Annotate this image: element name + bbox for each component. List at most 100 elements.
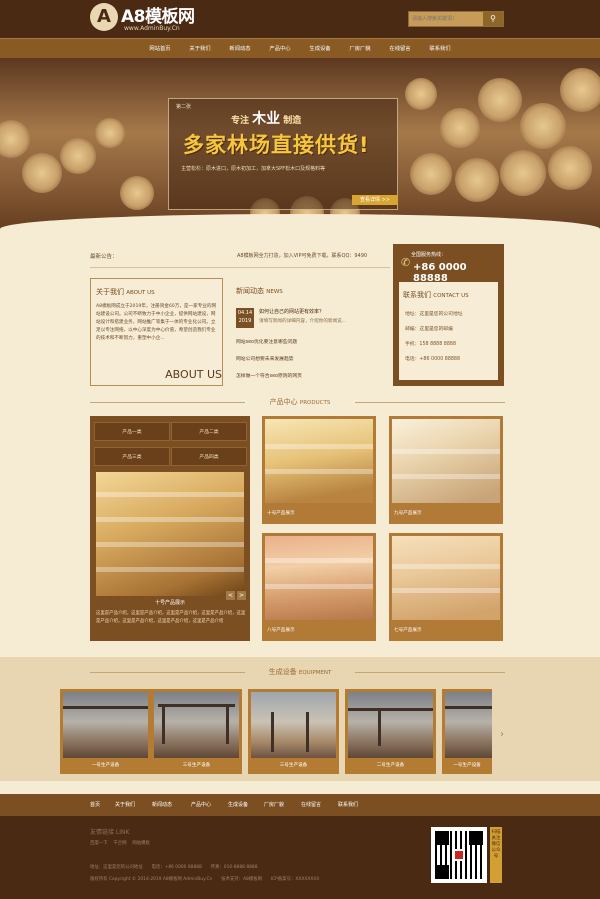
- footer-nav-products[interactable]: 产品中心: [191, 794, 211, 816]
- equipment-caption: 三号生产设备: [279, 763, 308, 768]
- footer-address: 地址：这里是您的公司地址 电话：+86 0000 88888 传真：010-88…: [90, 865, 258, 870]
- hero-banner[interactable]: 第二张 专注 木业 制造 多家林场直接供货! 主营松杉：原木进口，原木初加工，加…: [0, 58, 600, 244]
- nav-products[interactable]: 产品中心: [260, 39, 300, 58]
- product-image: [265, 536, 373, 620]
- search-button[interactable]: ⚲: [483, 12, 503, 26]
- category-4[interactable]: 产品四类: [171, 447, 247, 466]
- news-summary: 请填写新闻的详细内容，介绍你的新闻说...: [259, 319, 347, 324]
- footer-links-title: 友情链接 LINK: [90, 829, 130, 836]
- log-end-image: [0, 120, 30, 158]
- nav-contact[interactable]: 联系我们: [420, 39, 460, 58]
- news-item[interactable]: 网站seo优化要注意哪些问题: [236, 338, 297, 345]
- news-headline[interactable]: 如何让自己的网站更有效率？: [259, 308, 324, 315]
- nav-home[interactable]: 网站首页: [140, 39, 180, 58]
- equipment-card[interactable]: 三号生产设备: [151, 689, 242, 774]
- equipment-card[interactable]: 二号生产设备: [345, 689, 436, 774]
- equipment-title-en: EQUIPMENT: [298, 670, 332, 676]
- equipment-section-title: 生成设备 EQUIPMENT: [0, 667, 600, 677]
- equipment-next-arrow[interactable]: ›: [500, 729, 504, 740]
- banner-headline: 多家林场直接供货!: [183, 133, 370, 157]
- footer-link[interactable]: 网站模板: [132, 841, 150, 846]
- news-item[interactable]: 网站公司想要未来发展趋势: [236, 355, 294, 362]
- equipment-section: 生成设备 EQUIPMENT ‹ › 一号生产设备 三号生产设备 三号生产设备: [0, 657, 600, 781]
- banner-subtitle: 专注 木业 制造: [231, 108, 301, 128]
- hotline-label: 全国服务热线：: [411, 252, 447, 258]
- news-title[interactable]: 新闻动态 NEWS: [236, 286, 283, 296]
- category-2[interactable]: 产品二类: [171, 422, 247, 441]
- plank: [265, 584, 373, 589]
- about-text: A8模板网成立于2019年，注册资金60万，是一家专业的网站建设公司。公司不断致…: [96, 304, 217, 341]
- footer-nav-factory[interactable]: 厂房厂貌: [264, 794, 284, 816]
- footer-nav-contact[interactable]: 联系我们: [338, 794, 358, 816]
- log-end-image: [410, 153, 452, 195]
- beam: [306, 712, 309, 752]
- news-title-en: NEWS: [266, 289, 283, 295]
- plank: [96, 492, 244, 497]
- plank: [265, 444, 373, 449]
- beam: [63, 706, 148, 709]
- contact-mobile: 手机：158 8888 8888: [405, 342, 457, 347]
- featured-product-caption[interactable]: 十号产品展示: [90, 599, 250, 606]
- product-card[interactable]: 七号产品展示: [389, 533, 503, 641]
- product-caption: 七号产品展示: [394, 628, 422, 633]
- banner-description: 主营松杉：原木进口，原木初加工，加拿大SPF松木口及规格料等: [181, 166, 326, 172]
- log-end-image: [60, 138, 96, 174]
- about-title[interactable]: 关于我们 ABOUT US: [96, 287, 155, 297]
- nav-about[interactable]: 关于我们: [180, 39, 220, 58]
- featured-product-description: 这里是产品介绍，这里是产品介绍，这里是产品介绍，这里是产品介绍，这里是产品介绍，…: [96, 611, 246, 624]
- beam: [445, 706, 492, 709]
- news-item[interactable]: 怎样做一个符合seo原则的网页: [236, 372, 302, 379]
- footer-link[interactable]: 千企网: [113, 841, 126, 846]
- contact-panel: 联系我们 CONTACT US 地址：这里是您的公司地址 邮编：这里是您的邮编 …: [399, 282, 498, 380]
- contact-title[interactable]: 联系我们 CONTACT US: [403, 290, 469, 300]
- logo[interactable]: A A8模板网 www.AdminBuy.Cn: [90, 3, 195, 32]
- nav-news[interactable]: 新闻动态: [220, 39, 260, 58]
- product-caption: 九号产品展示: [394, 511, 422, 516]
- nav-message[interactable]: 在线留言: [380, 39, 420, 58]
- nav-factory[interactable]: 厂房厂貌: [340, 39, 380, 58]
- equipment-caption: 三号生产设备: [182, 763, 211, 768]
- equipment-card[interactable]: 一号生产设备: [60, 689, 151, 774]
- news-date-year: 2019: [238, 318, 252, 324]
- search-icon: ⚲: [490, 14, 496, 23]
- notice-text[interactable]: A8模板网全力打造，加入VIP可免费下载，联系QQ：9490: [237, 252, 367, 259]
- footer-nav-home[interactable]: 首页: [90, 794, 100, 816]
- banner-sub-big: 木业: [252, 111, 281, 127]
- plank: [265, 469, 373, 474]
- product-card[interactable]: 十号产品展示: [262, 416, 376, 524]
- equipment-image: [63, 692, 148, 758]
- nav-equipment[interactable]: 生成设备: [300, 39, 340, 58]
- product-card[interactable]: 九号产品展示: [389, 416, 503, 524]
- category-1[interactable]: 产品一类: [94, 422, 170, 441]
- log-end-image: [478, 78, 522, 122]
- footer-nav-news[interactable]: 新闻动态: [152, 794, 172, 816]
- footer-nav-message[interactable]: 在线留言: [301, 794, 321, 816]
- product-category-panel: 产品一类 产品二类 产品三类 产品四类 < > 十号产品展示 这里是产品介绍，这…: [90, 416, 250, 641]
- plank: [392, 474, 500, 479]
- equipment-image: [251, 692, 336, 758]
- featured-product-image[interactable]: [96, 472, 244, 596]
- footer-links: 百度一下 千企网 网站模板: [90, 840, 150, 846]
- beam: [226, 704, 229, 744]
- banner-more-button[interactable]: 查看详情 >>: [352, 195, 398, 205]
- equipment-card[interactable]: 三号生产设备: [248, 689, 339, 774]
- footer-nav-equipment[interactable]: 生成设备: [228, 794, 248, 816]
- equipment-title-cn: 生成设备: [268, 668, 297, 676]
- product-card[interactable]: 八号产品展示: [262, 533, 376, 641]
- log-end-image: [22, 153, 62, 193]
- products-title-cn: 产品中心: [269, 398, 298, 406]
- category-3[interactable]: 产品三类: [94, 447, 170, 466]
- equipment-card[interactable]: 一号生产设备: [442, 689, 492, 774]
- search-input[interactable]: [409, 12, 483, 26]
- footer-copyright: 版权所有 Copyright © 2014-2019 A8模板网 AdminBu…: [90, 877, 320, 882]
- news-panel: 新闻动态 NEWS 04.14 2019 如何让自己的网站更有效率？ 请填写新闻的…: [233, 278, 388, 386]
- beam: [348, 708, 433, 711]
- qr-caption: 扫描关注微信公众号: [490, 827, 502, 883]
- footer-nav: 首页 关于我们 新闻动态 产品中心 生成设备 厂房厂貌 在线留言 联系我们: [0, 794, 600, 816]
- footer-link[interactable]: 百度一下: [90, 841, 108, 846]
- banner-tag: 第二张: [176, 104, 192, 110]
- products-section-title: 产品中心 PRODUCTS: [0, 397, 600, 407]
- banner-sub-suffix: 制造: [283, 116, 302, 126]
- footer-nav-about[interactable]: 关于我们: [115, 794, 135, 816]
- log-end-image: [560, 68, 600, 112]
